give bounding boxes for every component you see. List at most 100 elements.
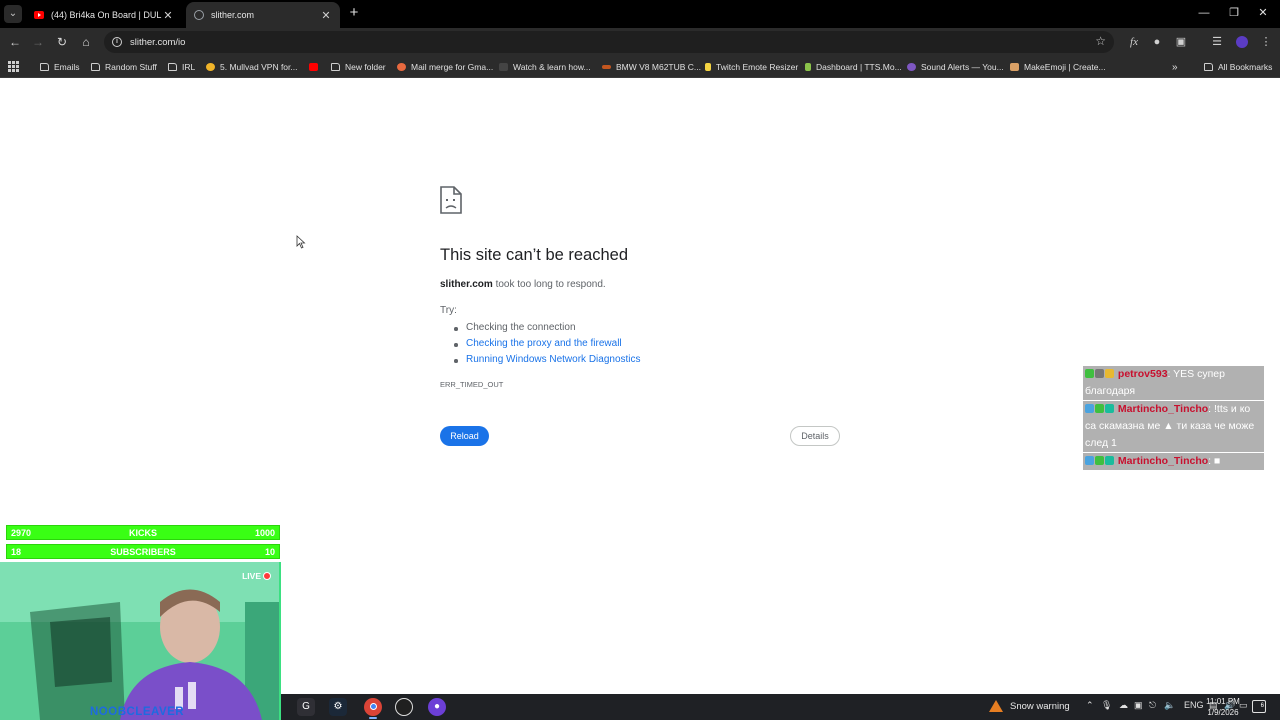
crown-badge-icon [1105, 369, 1114, 378]
chat-badge-icon [1085, 369, 1094, 378]
globe-icon [194, 10, 204, 20]
bookmark-new-folder[interactable]: New folder [331, 60, 386, 74]
suggestion-network-diagnostics-link[interactable]: Running Windows Network Diagnostics [440, 352, 641, 368]
tab-title: (44) Bri4ka On Board | DULI | C... [51, 10, 162, 20]
extension-icon[interactable]: ● [1148, 33, 1166, 51]
bookmark-label: Mail merge for Gma... [411, 62, 494, 72]
restore-button[interactable]: ❐ [1224, 4, 1244, 22]
reload-icon[interactable]: ↻ [53, 33, 71, 51]
language-indicator[interactable]: ENG [1184, 700, 1204, 710]
tab-search-icon[interactable]: ☰ [1208, 33, 1226, 51]
bookmarks-overflow-chevron-icon[interactable]: » [1172, 60, 1178, 74]
tab-slither[interactable]: slither.com ✕ [186, 2, 340, 28]
bookmark-irl[interactable]: IRL [168, 60, 195, 74]
bookmark-twitch-emote[interactable]: Twitch Emote Resizer [705, 60, 798, 74]
resizer-icon [705, 63, 711, 71]
apps-grid-icon[interactable] [8, 61, 19, 72]
back-button[interactable]: ← [6, 33, 24, 51]
tab-search-button[interactable]: ⌄ [4, 5, 22, 23]
profile-avatar[interactable] [1233, 33, 1251, 51]
folder-icon [168, 63, 177, 71]
webcam-feed: LIVE NOOBCLEAVER [0, 562, 281, 720]
cloud-icon[interactable]: ☁ [1119, 700, 1128, 711]
bookmark-label: Emails [54, 62, 80, 72]
puzzle-extensions-icon[interactable]: ▣ [1172, 33, 1190, 51]
streamer-name: NOOBCLEAVER [90, 706, 185, 718]
bookmark-star-icon[interactable]: ☆ [1095, 34, 1106, 48]
bookmark-label: New folder [345, 62, 386, 72]
steam-icon[interactable]: ⚙ [329, 698, 347, 716]
bookmark-tts-dashboard[interactable]: Dashboard | TTS.Mo... [805, 60, 902, 74]
tab-close-icon[interactable]: ✕ [162, 9, 174, 22]
bookmark-watch-learn[interactable]: Watch & learn how... [499, 60, 591, 74]
site-info-icon[interactable]: i [112, 37, 122, 47]
suggestion-check-proxy-link[interactable]: Checking the proxy and the firewall [440, 336, 641, 352]
obs-icon[interactable] [395, 698, 413, 716]
bookmarks-bar: Emails Random Stuff IRL 5. Mullvad VPN f… [0, 56, 1280, 78]
bookmark-sound-alerts[interactable]: Sound Alerts — You... [907, 60, 1004, 74]
chat-badge-icon [1085, 456, 1094, 465]
messenger-icon[interactable]: ● [428, 698, 446, 716]
error-code: ERR_TIMED_OUT [440, 380, 504, 389]
speaker-icon[interactable]: 🔈 [1164, 700, 1175, 711]
app-g-icon[interactable]: G [297, 698, 315, 716]
bookmark-makeemoji[interactable]: MakeEmoji | Create... [1010, 60, 1106, 74]
suggestion-check-connection: Checking the connection [440, 320, 641, 336]
tts-icon [805, 63, 811, 71]
all-bookmarks[interactable]: All Bookmarks [1204, 60, 1272, 74]
webcam-image [0, 562, 279, 720]
new-tab-button[interactable]: + [346, 5, 362, 21]
warning-icon [989, 700, 1003, 712]
weather-widget[interactable]: Snow warning [989, 700, 1070, 712]
chat-badge-icon [1095, 456, 1104, 465]
tab-youtube[interactable]: (44) Bri4ka On Board | DULI | C... ✕ [26, 2, 182, 28]
bookmark-mail-merge[interactable]: Mail merge for Gma... [397, 60, 493, 74]
tab-close-icon[interactable]: ✕ [320, 9, 332, 22]
error-description: slither.com took too long to respond. [440, 279, 606, 290]
bookmark-random-stuff[interactable]: Random Stuff [91, 60, 157, 74]
chat-badge-icon [1095, 369, 1104, 378]
details-button[interactable]: Details [790, 426, 840, 446]
address-bar[interactable]: i slither.com/io ☆ [104, 31, 1114, 53]
bookmark-youtube[interactable] [309, 60, 323, 74]
chat-message: Martincho_Tincho: !tts и ко са скамазна … [1083, 401, 1264, 452]
display-icon[interactable]: ▣ [1134, 700, 1143, 711]
bookmark-emails[interactable]: Emails [40, 60, 80, 74]
chat-message: Martincho_Tincho: ■ [1083, 453, 1264, 470]
live-label: LIVE [242, 571, 261, 581]
browser-toolbar: ← → ↻ ⌂ i slither.com/io ☆ fx ● ▣ ☰ ⋮ [0, 28, 1280, 56]
bookmark-label: Dashboard | TTS.Mo... [816, 62, 902, 72]
chat-text: : ■ [1208, 455, 1221, 467]
usb-icon[interactable]: ⎋ [1149, 700, 1156, 711]
system-clock[interactable]: 11:01 PM 1/9/2026 [1203, 696, 1243, 718]
notification-center-icon[interactable]: 6 [1252, 700, 1266, 713]
suggestions-list: Checking the connection Checking the pro… [440, 320, 641, 368]
chat-username: petrov593 [1117, 368, 1168, 380]
folder-icon [1204, 63, 1213, 71]
chat-badge-icon [1095, 404, 1104, 413]
live-dot-icon [263, 572, 271, 580]
tray-chevron-icon[interactable]: ⌃ [1086, 700, 1094, 711]
chat-badge-icon [1105, 456, 1114, 465]
home-icon[interactable]: ⌂ [77, 33, 95, 51]
bookmark-mullvad[interactable]: 5. Mullvad VPN for... [206, 60, 297, 74]
menu-kebab-icon[interactable]: ⋮ [1257, 33, 1275, 51]
try-label: Try: [440, 305, 457, 316]
formula-extension-icon[interactable]: fx [1125, 33, 1143, 51]
reload-button[interactable]: Reload [440, 426, 489, 446]
forward-button[interactable]: → [29, 33, 47, 51]
microphone-icon[interactable]: 🎙 [1101, 700, 1112, 711]
chat-message: petrov593: YES супер благодаря [1083, 366, 1264, 400]
folder-icon [331, 63, 340, 71]
close-window-button[interactable]: ✕ [1253, 4, 1273, 22]
chrome-icon[interactable] [364, 698, 382, 716]
error-title: This site can’t be reached [440, 246, 629, 264]
mailmerge-icon [397, 63, 406, 71]
bookmark-bmw[interactable]: BMW V8 M62TUB C... [602, 60, 701, 74]
bookmark-label: Random Stuff [105, 62, 157, 72]
chat-badge-icon [1105, 404, 1114, 413]
minimize-button[interactable]: — [1194, 4, 1214, 22]
chat-badge-icon [1085, 404, 1094, 413]
kicks-label: KICKS [128, 527, 157, 538]
bookmark-label: 5. Mullvad VPN for... [220, 62, 298, 72]
